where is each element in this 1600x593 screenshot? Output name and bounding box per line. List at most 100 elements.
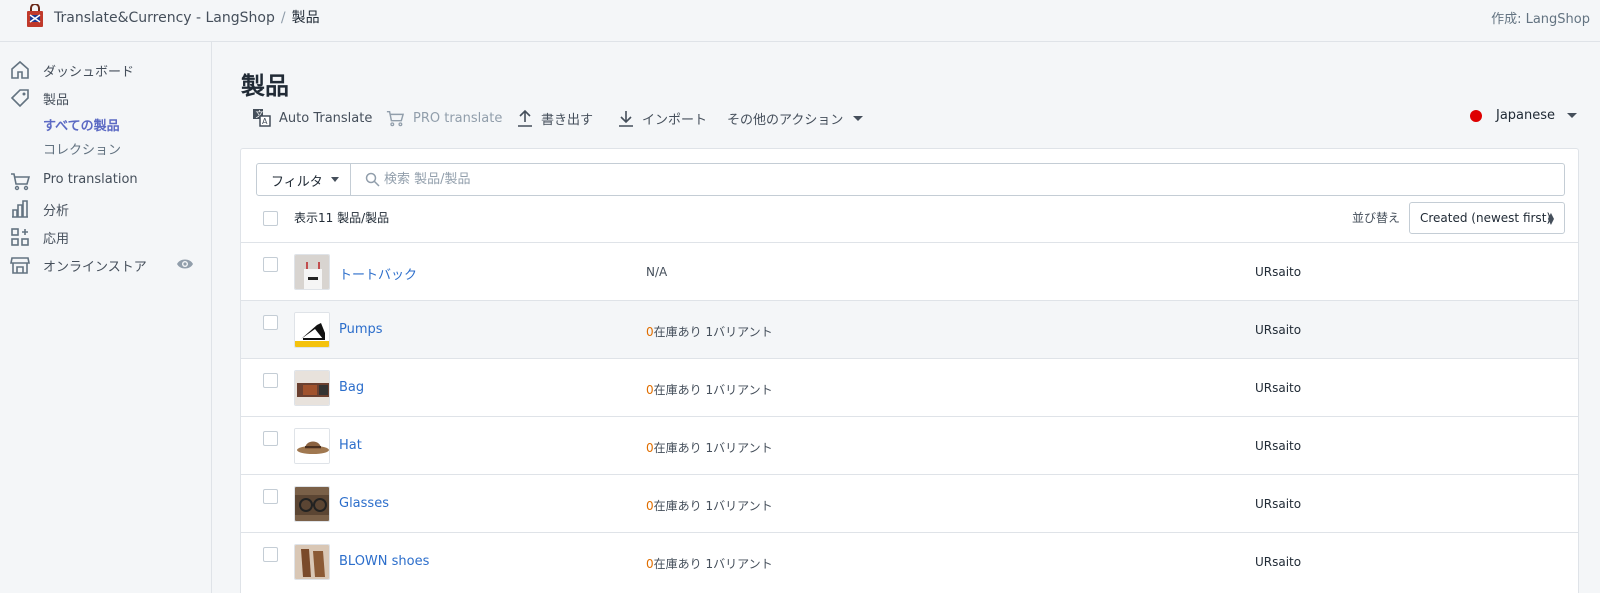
row-checkbox[interactable]: [263, 547, 278, 562]
caret-down-icon: [853, 115, 864, 121]
filter-bar: フィルタ: [256, 163, 1565, 196]
filter-button[interactable]: フィルタ: [257, 164, 351, 195]
inventory-status: 0在庫あり 1バリアント: [646, 439, 773, 456]
row-checkbox[interactable]: [263, 373, 278, 388]
inventory-zero: 0: [646, 383, 654, 397]
product-name-link[interactable]: Pumps: [339, 322, 383, 337]
inventory-status: 0在庫あり 1バリアント: [646, 381, 773, 398]
sidebar-item-pro-translation[interactable]: Pro translation: [0, 168, 212, 194]
product-thumbnail[interactable]: [294, 254, 330, 290]
table-row[interactable]: Pumps 0在庫あり 1バリアント URsaito: [241, 300, 1578, 358]
auto-translate-label: Auto Translate: [279, 110, 373, 126]
row-checkbox[interactable]: [263, 489, 278, 504]
inventory-text: 在庫あり 1バリアント: [653, 325, 773, 339]
inventory-zero: 0: [646, 557, 654, 571]
product-name-link[interactable]: Hat: [339, 438, 362, 453]
language-selector[interactable]: Japanese: [1470, 108, 1578, 123]
select-all-checkbox[interactable]: [263, 211, 278, 226]
inventory-text: 在庫あり 1バリアント: [653, 441, 773, 455]
tag-icon: [10, 89, 29, 108]
vendor-name: URsaito: [1255, 265, 1302, 279]
product-name-link[interactable]: Bag: [339, 380, 364, 395]
sort-label: 並び替え: [1352, 211, 1401, 225]
svg-text:A: A: [262, 117, 268, 126]
inventory-text: N/A: [646, 265, 668, 279]
search-icon: [365, 172, 380, 187]
bar-chart-icon: [12, 200, 28, 218]
language-label: Japanese: [1496, 108, 1556, 123]
sidebar: ダッシュボード 製品 すべての製品 コレクション Pro translation…: [0, 42, 212, 593]
sidebar-item-label: Pro translation: [43, 172, 138, 187]
home-icon: [11, 60, 29, 79]
bag-image: [295, 371, 329, 405]
page-title: 製品: [241, 72, 289, 100]
inventory-status: 0在庫あり 1バリアント: [646, 323, 773, 340]
inventory-status: 0在庫あり 1バリアント: [646, 497, 773, 514]
product-name-link[interactable]: トートバック: [339, 264, 417, 283]
row-checkbox[interactable]: [263, 431, 278, 446]
inventory-zero: 0: [646, 499, 654, 513]
sidebar-subitem-all-products[interactable]: すべての製品: [43, 115, 120, 134]
sidebar-item-label: 製品: [43, 93, 70, 108]
import-button[interactable]: インポート: [618, 106, 707, 130]
breadcrumb: Translate&Currency - LangShop / 製品: [54, 7, 320, 27]
cart-icon: [386, 110, 405, 127]
auto-translate-button[interactable]: 文A Auto Translate: [253, 106, 372, 130]
sidebar-item-label: オンラインストア: [43, 260, 147, 275]
product-name-link[interactable]: BLOWN shoes: [339, 554, 429, 569]
sidebar-item-label: ダッシュボード: [43, 65, 135, 80]
inventory-text: 在庫あり 1バリアント: [653, 557, 773, 571]
caret-down-icon: [1567, 113, 1578, 118]
inventory-text: 在庫あり 1バリアント: [653, 499, 773, 513]
sort-select[interactable]: Created (newest first) ▲ ▼: [1409, 202, 1565, 234]
eye-icon[interactable]: [176, 257, 194, 271]
table-row[interactable]: Hat 0在庫あり 1バリアント URsaito: [241, 416, 1578, 474]
top-bar: Translate&Currency - LangShop / 製品 作成: Lan…: [0, 0, 1600, 42]
app-name-link[interactable]: Translate&Currency - LangShop: [54, 10, 275, 26]
product-count-label: 表示11 製品/製品: [294, 211, 390, 225]
inventory-text: 在庫あり 1バリアント: [653, 383, 773, 397]
sidebar-subitem-collections[interactable]: コレクション: [43, 139, 121, 158]
table-row[interactable]: Bag 0在庫あり 1バリアント URsaito: [241, 358, 1578, 416]
table-row[interactable]: Glasses 0在庫あり 1バリアント URsaito: [241, 474, 1578, 532]
row-checkbox[interactable]: [263, 257, 278, 272]
more-actions-label: その他のアクション: [727, 112, 844, 128]
apps-icon: [11, 228, 29, 246]
row-checkbox[interactable]: [263, 315, 278, 330]
sidebar-item-apps[interactable]: 応用: [0, 224, 212, 250]
more-actions-button[interactable]: その他のアクション: [727, 106, 864, 130]
table-row[interactable]: トートバック N/A URsaito: [241, 242, 1578, 300]
product-thumbnail[interactable]: [294, 370, 330, 406]
inventory-zero: 0: [646, 325, 654, 339]
table-row[interactable]: BLOWN shoes 0在庫あり 1バリアント URsaito: [241, 532, 1578, 590]
search-input[interactable]: [384, 169, 1554, 190]
upload-icon: [518, 109, 532, 127]
vendor-name: URsaito: [1255, 497, 1302, 511]
sidebar-item-products[interactable]: 製品: [0, 85, 212, 111]
sidebar-item-online-store[interactable]: オンラインストア: [0, 252, 212, 278]
glasses-image: [295, 487, 329, 521]
langshop-logo-icon: [27, 4, 43, 27]
product-thumbnail[interactable]: [294, 544, 330, 580]
vendor-name: URsaito: [1255, 323, 1302, 337]
export-button[interactable]: 書き出す: [517, 106, 593, 130]
store-icon: [10, 257, 30, 274]
product-name-link[interactable]: Glasses: [339, 496, 389, 511]
hat-image: [295, 429, 329, 463]
inventory-zero: 0: [646, 441, 654, 455]
export-label: 書き出す: [541, 112, 594, 128]
vendor-name: URsaito: [1255, 439, 1302, 453]
sidebar-item-analytics[interactable]: 分析: [0, 196, 212, 222]
caret-down-icon: [331, 177, 339, 182]
sidebar-item-dashboard[interactable]: ダッシュボード: [0, 57, 212, 83]
vendor-name: URsaito: [1255, 381, 1302, 395]
cart-icon: [11, 173, 30, 191]
products-card: フィルタ 表示11 製品/製品 並び替え Created (newest fir…: [240, 148, 1579, 593]
product-thumbnail[interactable]: [294, 428, 330, 464]
pro-translate-button[interactable]: PRO translate: [385, 106, 502, 130]
product-thumbnail[interactable]: [294, 312, 330, 348]
product-thumbnail[interactable]: [294, 486, 330, 522]
updown-icon: ▲ ▼: [1547, 211, 1554, 226]
import-label: インポート: [642, 112, 708, 128]
pro-translate-label: PRO translate: [413, 110, 503, 126]
